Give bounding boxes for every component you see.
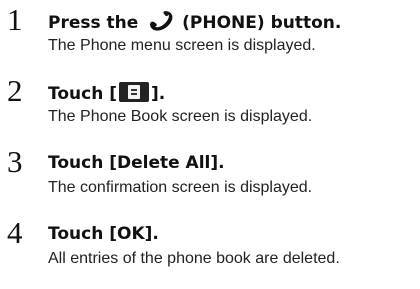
- step-description: The Phone Book screen is displayed.: [48, 108, 313, 125]
- step-title-text-after: .: [152, 224, 159, 244]
- ok-label: [OK]: [109, 224, 153, 244]
- step-number: 1: [7, 2, 23, 37]
- step-title-text: Press the: [48, 13, 145, 33]
- step-number: 2: [7, 73, 23, 108]
- delete-all-label: [Delete All]: [109, 153, 219, 173]
- step-title-text: Touch: [48, 224, 110, 244]
- step-description: The confirmation screen is displayed.: [48, 179, 313, 196]
- step-title-text-after: (PHONE) button.: [176, 13, 342, 33]
- step-number: 4: [7, 215, 23, 250]
- phone-handset-icon: [150, 11, 173, 31]
- step-title-text-after: ].: [151, 84, 166, 104]
- step-title: Touch [OK].: [48, 224, 159, 244]
- step-description: The Phone menu screen is displayed.: [48, 37, 316, 54]
- step-title: Press the (PHONE) button.: [48, 11, 341, 33]
- step-description: All entries of the phone book are delete…: [48, 250, 340, 267]
- phone-book-icon: [119, 82, 149, 102]
- step-title: Touch [Delete All].: [48, 153, 225, 173]
- step-title-text-after: .: [218, 153, 225, 173]
- step-title-text: Touch: [48, 153, 110, 173]
- step-number: 3: [7, 144, 23, 179]
- step-title-text: Touch [: [48, 84, 117, 104]
- step-title: Touch [].: [48, 82, 165, 104]
